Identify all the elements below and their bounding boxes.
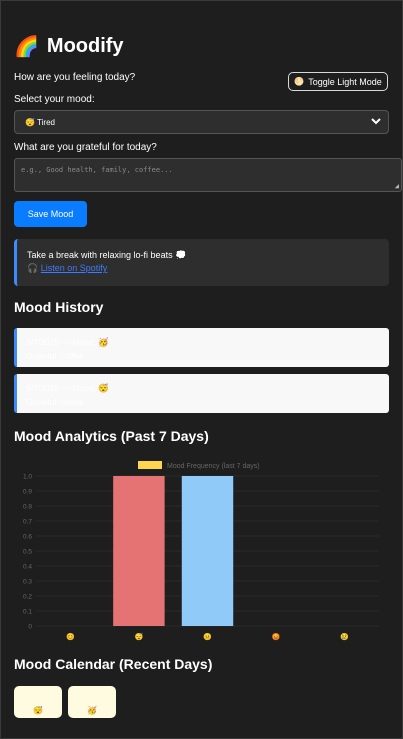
- history-entry: 6/7/2025 — Mood: 🥳 Grateful: coffee: [14, 328, 389, 367]
- calendar-day[interactable]: 😴: [14, 686, 62, 718]
- resize-handle-icon[interactable]: ◢: [395, 182, 399, 190]
- history-entry-date-mood: 6/7/2025 — Mood: 🥳: [26, 337, 109, 347]
- mood-select[interactable]: 😴 Tired: [14, 110, 389, 134]
- music-suggestion-text: Take a break with relaxing lo-fi beats 💭: [27, 250, 187, 260]
- y-tick-label: 0.8: [23, 504, 32, 511]
- bar: [113, 476, 165, 626]
- mood-select-label: Select your mood:: [14, 94, 95, 105]
- grateful-input[interactable]: e.g., Good health, family, coffee... ◢: [14, 158, 402, 192]
- history-entry: 6/7/2025 — Mood: 😴 Grateful: coffee: [14, 374, 389, 413]
- mood-analytics-chart: Mood Frequency (last 7 days) 0 0.1 0.2 0.3 0.…: [23, 461, 379, 641]
- chevron-down-icon: [370, 115, 382, 130]
- mood-history-heading: Mood History: [14, 299, 104, 315]
- y-tick-label: 0.5: [23, 549, 32, 556]
- toggle-light-mode-label: Toggle Light Mode: [308, 76, 382, 87]
- x-tick-label: 😡: [272, 632, 281, 641]
- app-title: 🌈 Moodify: [14, 34, 124, 59]
- rainbow-icon: 🌈: [14, 36, 39, 58]
- grateful-label: What are you grateful for today?: [14, 142, 157, 153]
- y-tick-label: 0.2: [23, 594, 32, 601]
- spotify-link-row: 🎧 Listen on Spotify: [27, 263, 379, 274]
- y-tick-label: 0.7: [23, 519, 32, 526]
- y-tick-label: 0.4: [23, 564, 32, 571]
- calendar-day[interactable]: 🥳: [68, 686, 116, 718]
- y-tick-label: 0.9: [23, 489, 32, 496]
- x-tick-label: 😊: [66, 632, 75, 641]
- mood-calendar-heading: Mood Calendar (Recent Days): [14, 656, 213, 672]
- y-tick-label: 0.6: [23, 534, 32, 541]
- legend-label: Mood Frequency (last 7 days): [167, 463, 260, 470]
- toggle-light-mode-button[interactable]: 🌕 Toggle Light Mode: [288, 72, 388, 91]
- app-title-text: Moodify: [46, 35, 124, 57]
- y-tick-label: 0.1: [23, 609, 32, 616]
- headphones-icon: 🎧: [27, 263, 39, 273]
- save-mood-button[interactable]: Save Mood: [14, 201, 87, 227]
- y-tick-label: 1.0: [23, 474, 32, 481]
- y-tick-label: 0: [28, 624, 32, 631]
- mood-select-value: 😴 Tired: [25, 117, 55, 127]
- feeling-question: How are you feeling today?: [14, 72, 136, 83]
- x-tick-label: 😐: [203, 632, 212, 641]
- history-entry-grateful: Grateful: coffee: [26, 351, 84, 361]
- x-tick-label: 😢: [340, 632, 349, 641]
- x-tick-label: 😴: [135, 632, 144, 641]
- grateful-placeholder: e.g., Good health, family, coffee...: [21, 166, 173, 174]
- legend-swatch: [138, 461, 162, 469]
- history-entry-grateful: Grateful: coffee: [26, 397, 84, 407]
- music-suggestion-card: Take a break with relaxing lo-fi beats 💭…: [14, 239, 389, 286]
- bar: [181, 476, 234, 626]
- y-tick-label: 0.3: [23, 579, 32, 586]
- history-entry-date-mood: 6/7/2025 — Mood: 😴: [26, 383, 109, 393]
- mood-analytics-heading: Mood Analytics (Past 7 Days): [14, 428, 209, 444]
- spotify-link[interactable]: Listen on Spotify: [41, 263, 108, 273]
- moon-icon: 🌕: [294, 77, 305, 86]
